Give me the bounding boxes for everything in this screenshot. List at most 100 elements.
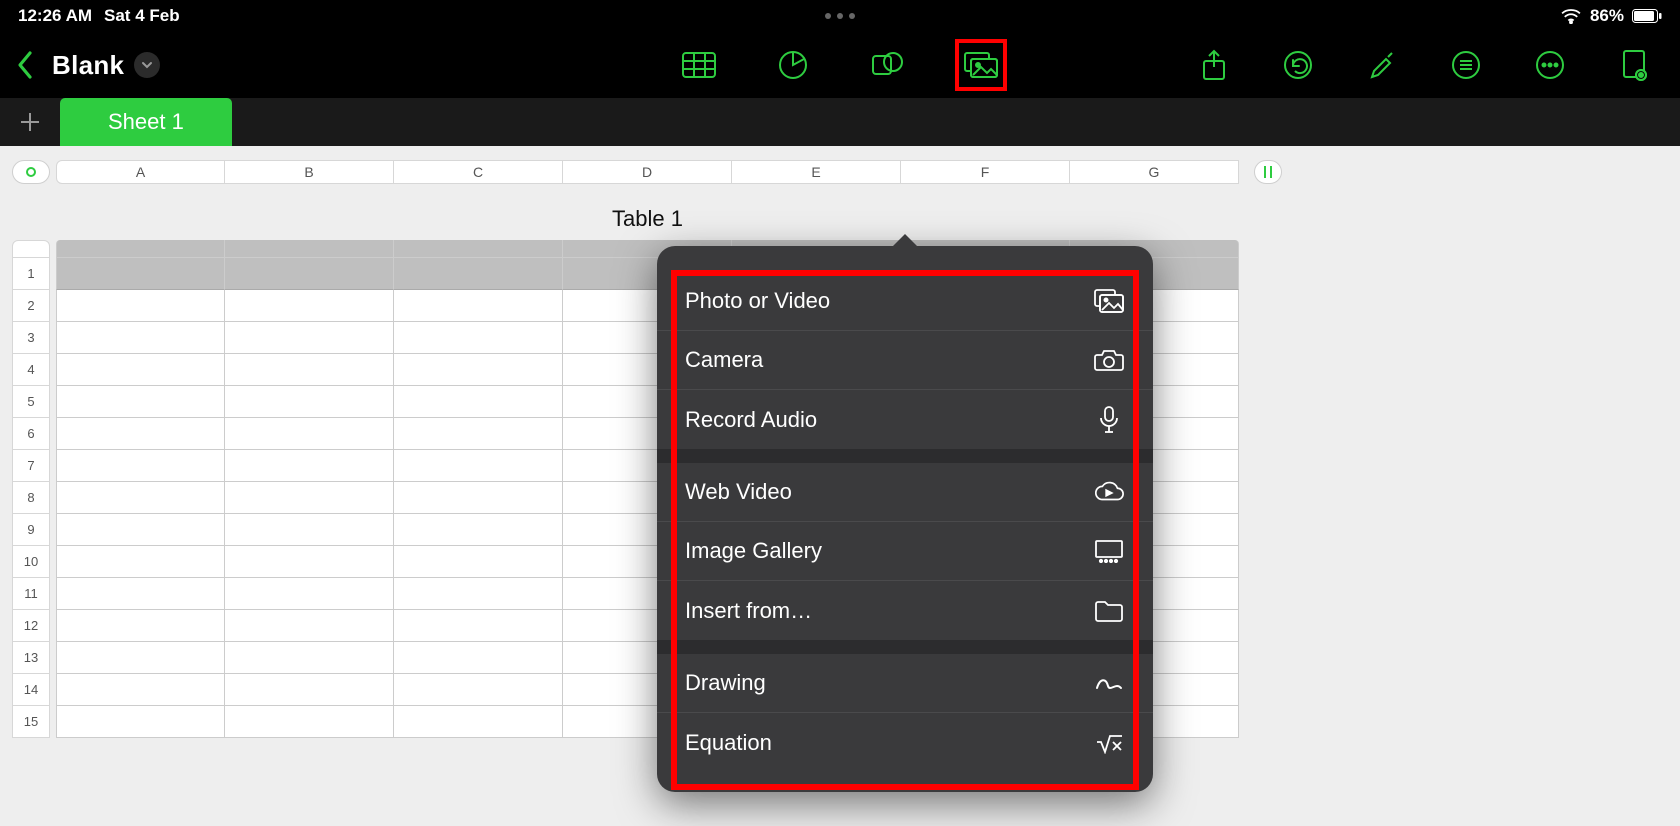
cell[interactable] (56, 386, 225, 418)
cell[interactable] (225, 290, 394, 322)
column-header[interactable]: D (563, 160, 732, 184)
insert-media-icon[interactable] (961, 45, 1001, 85)
menu-insert-from[interactable]: Insert from… (657, 581, 1153, 640)
column-header[interactable]: E (732, 160, 901, 184)
row-header[interactable]: 12 (12, 610, 50, 642)
row-header[interactable]: 14 (12, 674, 50, 706)
cell[interactable] (225, 514, 394, 546)
cell[interactable] (394, 450, 563, 482)
cell[interactable] (56, 418, 225, 450)
menu-web-video[interactable]: Web Video (657, 463, 1153, 522)
row-header[interactable]: 8 (12, 482, 50, 514)
cell[interactable] (225, 482, 394, 514)
cell[interactable] (56, 482, 225, 514)
row-header[interactable]: 13 (12, 642, 50, 674)
cell[interactable] (56, 546, 225, 578)
cell[interactable] (394, 546, 563, 578)
cell[interactable] (225, 418, 394, 450)
add-sheet-button[interactable] (0, 98, 60, 146)
cell[interactable] (225, 322, 394, 354)
cell[interactable] (394, 578, 563, 610)
cell[interactable] (394, 418, 563, 450)
cell[interactable] (56, 258, 225, 290)
cell[interactable] (56, 642, 225, 674)
select-all-pill[interactable] (12, 160, 50, 184)
row-header[interactable]: 9 (12, 514, 50, 546)
cell[interactable] (56, 674, 225, 706)
cell[interactable] (394, 386, 563, 418)
sheet-tab[interactable]: Sheet 1 (60, 98, 232, 146)
menu-record-audio[interactable]: Record Audio (657, 390, 1153, 449)
cell[interactable] (394, 354, 563, 386)
cell[interactable] (394, 674, 563, 706)
document-title-wrap[interactable]: Blank (52, 50, 160, 81)
column-header[interactable]: G (1070, 160, 1239, 184)
cell[interactable] (394, 258, 563, 290)
list-menu-icon[interactable] (1446, 45, 1486, 85)
more-menu-icon[interactable] (1530, 45, 1570, 85)
cell[interactable] (225, 386, 394, 418)
row-header[interactable]: 10 (12, 546, 50, 578)
cell[interactable] (225, 450, 394, 482)
cell[interactable] (56, 578, 225, 610)
cell[interactable] (394, 514, 563, 546)
cell[interactable] (394, 706, 563, 738)
insert-chart-icon[interactable] (773, 45, 813, 85)
cell[interactable] (56, 290, 225, 322)
title-dropdown-icon[interactable] (134, 52, 160, 78)
cell[interactable] (394, 482, 563, 514)
cell[interactable] (225, 546, 394, 578)
cell[interactable] (225, 258, 394, 290)
cell[interactable] (56, 450, 225, 482)
cell[interactable] (225, 674, 394, 706)
cell[interactable] (56, 354, 225, 386)
menu-drawing[interactable]: Drawing (657, 654, 1153, 713)
row-header[interactable]: 6 (12, 418, 50, 450)
cell[interactable] (225, 610, 394, 642)
add-column-pill[interactable] (1254, 160, 1282, 184)
status-left: 12:26 AM Sat 4 Feb (18, 6, 180, 26)
cell[interactable] (225, 642, 394, 674)
battery-percent: 86% (1590, 6, 1624, 26)
menu-equation[interactable]: Equation (657, 713, 1153, 772)
cell[interactable] (225, 354, 394, 386)
cell[interactable] (225, 706, 394, 738)
row-header[interactable]: 11 (12, 578, 50, 610)
menu-label: Insert from… (685, 598, 812, 624)
format-brush-icon[interactable] (1362, 45, 1402, 85)
cell[interactable] (56, 514, 225, 546)
folder-icon (1093, 597, 1125, 625)
row-header[interactable]: 7 (12, 450, 50, 482)
column-header[interactable]: A (56, 160, 225, 184)
cell[interactable] (394, 290, 563, 322)
document-settings-icon[interactable] (1614, 45, 1654, 85)
undo-icon[interactable] (1278, 45, 1318, 85)
sheet-bar: Sheet 1 (0, 98, 1680, 146)
cell[interactable] (225, 578, 394, 610)
column-header[interactable]: B (225, 160, 394, 184)
row-header[interactable]: 1 (12, 258, 50, 290)
cell[interactable] (56, 322, 225, 354)
column-header[interactable]: F (901, 160, 1070, 184)
row-header[interactable]: 2 (12, 290, 50, 322)
row-header[interactable]: 15 (12, 706, 50, 738)
cell[interactable] (394, 610, 563, 642)
cell[interactable] (394, 322, 563, 354)
cell[interactable] (56, 706, 225, 738)
row-header[interactable]: 3 (12, 322, 50, 354)
insert-table-icon[interactable] (679, 45, 719, 85)
menu-camera[interactable]: Camera (657, 331, 1153, 390)
back-button[interactable] (16, 50, 34, 80)
row-header[interactable]: 4 (12, 354, 50, 386)
equation-icon (1093, 729, 1125, 757)
share-icon[interactable] (1194, 45, 1234, 85)
table-title[interactable]: Table 1 (56, 206, 1239, 232)
menu-label: Equation (685, 730, 772, 756)
insert-shape-icon[interactable] (867, 45, 907, 85)
cell[interactable] (56, 610, 225, 642)
column-header[interactable]: C (394, 160, 563, 184)
cell[interactable] (394, 642, 563, 674)
menu-image-gallery[interactable]: Image Gallery (657, 522, 1153, 581)
row-header[interactable]: 5 (12, 386, 50, 418)
menu-photo-or-video[interactable]: Photo or Video (657, 272, 1153, 331)
